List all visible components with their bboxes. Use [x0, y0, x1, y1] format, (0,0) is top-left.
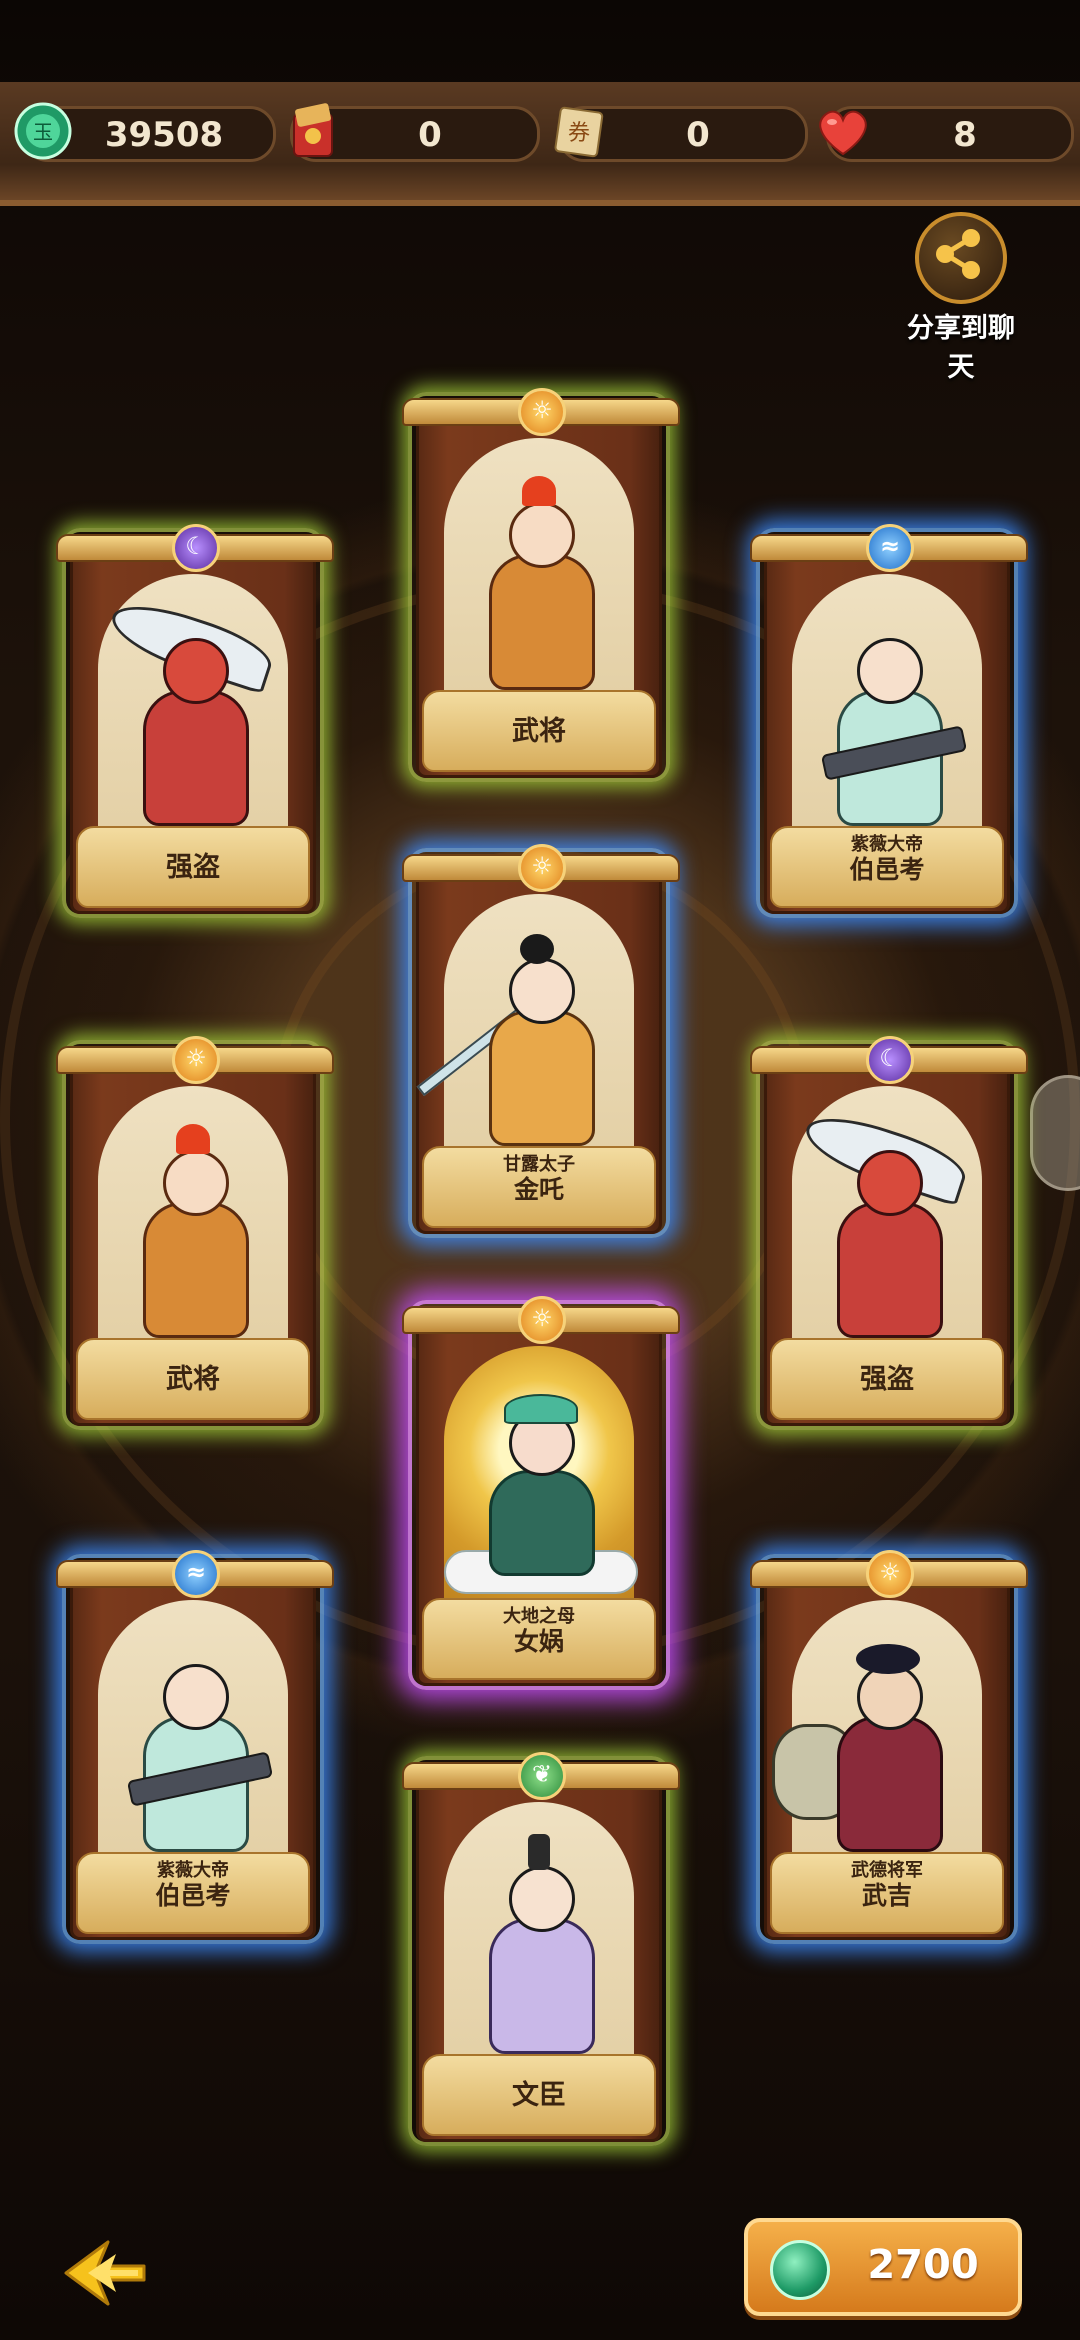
warrior-with-beast-portrait: [772, 1644, 962, 1864]
hero-name: 女娲: [513, 1627, 564, 1656]
leaf-element-icon: ❦: [518, 1752, 566, 1800]
jade-coin-icon: [770, 2240, 830, 2300]
hero-name: 武将: [166, 1364, 220, 1395]
name-scroll: 大地之母 女娲: [422, 1598, 656, 1680]
hero-card-qiangdao-right[interactable]: 强盗 ☾: [750, 1036, 1028, 1430]
heart-count: 8: [953, 115, 977, 155]
goddess-portrait: [444, 1394, 638, 1610]
water-element-icon: ≈: [172, 1550, 220, 1598]
name-scroll: 武德将军 武吉: [770, 1852, 1004, 1934]
jade-count: 39508: [104, 115, 224, 155]
ticket-count: 0: [686, 115, 710, 155]
general-portrait: [464, 476, 614, 702]
bandit-portrait: [104, 593, 278, 838]
sun-element-icon: ☼: [518, 844, 566, 892]
heart-icon: [812, 100, 874, 162]
prince-swordsman-portrait: [416, 934, 614, 1158]
name-scroll: 紫薇大帝 伯邑考: [770, 826, 1004, 908]
name-scroll: 紫薇大帝 伯邑考: [76, 1852, 310, 1934]
hero-card-wuji-right[interactable]: 武德将军 武吉 ☼: [750, 1550, 1028, 1944]
hero-card-wujiang-left[interactable]: 武将 ☼: [56, 1036, 334, 1430]
scholar-musician-portrait: [118, 1654, 274, 1864]
name-scroll: 强盗: [76, 826, 310, 908]
hero-card-wenchen-bottom[interactable]: 文臣 ❦: [402, 1752, 680, 2146]
back-arrow-icon[interactable]: [58, 2236, 148, 2310]
svg-text:券: 券: [568, 121, 590, 146]
hero-card-boyikao-right[interactable]: 紫薇大帝 伯邑考 ≈: [750, 524, 1028, 918]
draw-cost-value: 2700: [867, 2242, 979, 2288]
hero-name: 强盗: [166, 852, 220, 883]
scholar-musician-portrait: [812, 628, 968, 838]
share-to-chat-button[interactable]: 分享到聊天: [896, 212, 1026, 384]
envelope-count: 0: [418, 115, 442, 155]
hero-name: 伯邑考: [155, 1881, 231, 1910]
side-panel-tab[interactable]: [1030, 1075, 1080, 1191]
hero-name: 伯邑考: [849, 855, 925, 884]
name-scroll: 强盗: [770, 1338, 1004, 1420]
moon-element-icon: ☾: [172, 524, 220, 572]
hero-name: 武吉: [861, 1881, 912, 1910]
hero-card-jinzha-center[interactable]: 甘露太子 金吒 ☼: [402, 844, 680, 1238]
hero-name: 武将: [512, 716, 566, 747]
general-portrait: [118, 1124, 268, 1350]
hero-name: 文臣: [512, 2080, 566, 2111]
draw-cost-button[interactable]: 2700: [744, 2218, 1022, 2316]
name-scroll: 文臣: [422, 2054, 656, 2136]
bandit-portrait: [798, 1105, 972, 1350]
name-scroll: 武将: [422, 690, 656, 772]
ticket-icon: 券: [548, 100, 610, 162]
share-icon: [915, 212, 1007, 304]
share-label: 分享到聊天: [907, 313, 1015, 383]
jade-coin-icon: 玉: [12, 100, 74, 162]
water-element-icon: ≈: [866, 524, 914, 572]
red-envelope-icon: [282, 100, 344, 162]
sun-element-icon: ☼: [866, 1550, 914, 1598]
name-scroll: 甘露太子 金吒: [422, 1146, 656, 1228]
hero-card-nvwa-center[interactable]: 大地之母 女娲 ☼: [402, 1296, 680, 1690]
hero-card-qiangdao-left[interactable]: 强盗 ☾: [56, 524, 334, 918]
civil-official-portrait: [464, 1834, 614, 2066]
hero-name: 金吒: [513, 1175, 564, 1204]
sun-element-icon: ☼: [518, 1296, 566, 1344]
hero-name: 强盗: [860, 1364, 914, 1395]
sun-element-icon: ☼: [172, 1036, 220, 1084]
svg-text:玉: 玉: [33, 120, 53, 144]
hero-card-boyikao-left[interactable]: 紫薇大帝 伯邑考 ≈: [56, 1550, 334, 1944]
sun-element-icon: ☼: [518, 388, 566, 436]
hero-card-wujiang-top[interactable]: 武将 ☼: [402, 388, 680, 782]
name-scroll: 武将: [76, 1338, 310, 1420]
moon-element-icon: ☾: [866, 1036, 914, 1084]
